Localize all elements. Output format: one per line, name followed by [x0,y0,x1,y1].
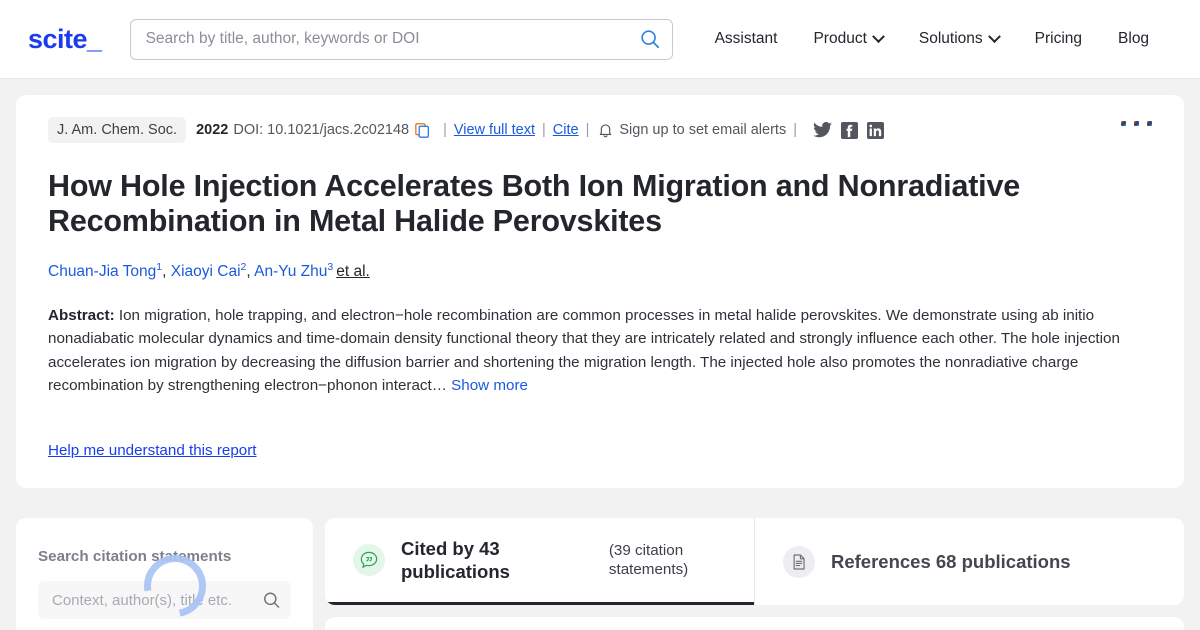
search-input[interactable] [130,19,673,60]
more-options-icon[interactable] [1115,115,1158,132]
help-understand-report-link[interactable]: Help me understand this report [48,442,257,459]
document-glyph [790,553,808,571]
nav-item-pricing[interactable]: Pricing [1017,30,1100,48]
tab-cited-by-label: Cited by 43 publications [401,537,559,584]
nav-label-solutions: Solutions [919,30,983,48]
paper-abstract: Abstract: Ion migration, hole trapping, … [48,304,1156,397]
linkedin-glyph [867,122,884,139]
nav-label-blog: Blog [1118,30,1149,48]
view-full-text-link[interactable]: View full text [454,122,535,138]
paper-card: J. Am. Chem. Soc. 2022 DOI: 10.1021/jacs… [16,95,1184,488]
main-nav: Assistant Product Solutions Pricing Blog [697,30,1168,48]
social-share-group [813,122,884,139]
kebab-dot [1121,121,1126,126]
chevron-down-icon [988,30,1001,43]
bell-icon[interactable] [598,122,613,138]
search-icon [262,591,281,610]
nav-item-assistant[interactable]: Assistant [697,30,796,48]
document-icon [783,546,815,578]
nav-label-assistant: Assistant [715,30,778,48]
search-button[interactable] [637,26,663,52]
et-al-link[interactable]: et al. [336,263,370,280]
author-affiliation-marker: 3 [327,261,333,273]
email-alerts-link[interactable]: Sign up to set email alerts [619,122,786,138]
nav-item-blog[interactable]: Blog [1100,30,1167,48]
author-name[interactable]: Chuan-Jia Tong [48,263,156,280]
twitter-icon[interactable] [813,122,832,138]
page-body: J. Am. Chem. Soc. 2022 DOI: 10.1021/jacs… [0,79,1200,504]
site-header: scite_ Assistant Product Solutions Prici… [0,0,1200,79]
citation-results-panel [325,617,1184,630]
journal-badge[interactable]: J. Am. Chem. Soc. [48,117,186,143]
kebab-dot [1134,121,1139,126]
tab-cited-by-sublabel: (39 citation statements) [609,541,726,580]
copy-doi-button[interactable] [415,123,430,138]
tab-cited-by[interactable]: Cited by 43 publications (39 citation st… [325,518,754,605]
author-name[interactable]: Xiaoyi Cai [171,263,241,280]
facebook-icon[interactable] [841,122,858,139]
kebab-dot [1147,121,1152,126]
bell-glyph [598,122,613,138]
twitter-glyph [813,122,832,138]
copy-icon [415,123,430,138]
meta-separator: | [793,122,797,138]
nav-label-pricing: Pricing [1035,30,1082,48]
cite-link[interactable]: Cite [553,122,579,138]
abstract-label: Abstract: [48,307,115,324]
facebook-glyph [841,122,858,139]
doi-text: DOI: 10.1021/jacs.2c02148 [233,122,409,138]
nav-item-product[interactable]: Product [795,30,900,48]
quote-bubble-glyph [359,550,379,570]
nav-label-product: Product [813,30,866,48]
abstract-text: Ion migration, hole trapping, and electr… [48,307,1120,394]
search-icon [639,28,661,50]
author-name[interactable]: An-Yu Zhu [254,263,327,280]
global-search [130,19,673,60]
search-button[interactable] [262,591,281,610]
meta-separator: | [586,122,590,138]
citation-tabs: Cited by 43 publications (39 citation st… [325,518,1184,605]
scite-logo[interactable]: scite_ [28,24,102,55]
publication-year: 2022 [196,122,228,138]
tab-references[interactable]: References 68 publications [754,518,1184,605]
chevron-down-icon [872,30,885,43]
citation-search-sidebar: Search citation statements [16,518,313,630]
meta-separator: | [542,122,546,138]
meta-separator: | [443,122,447,138]
quote-bubble-icon [353,544,385,576]
paper-title: How Hole Injection Accelerates Both Ion … [48,169,1048,240]
linkedin-icon[interactable] [867,122,884,139]
author-comma: , [246,263,254,280]
author-list: Chuan-Jia Tong1, Xiaoyi Cai2, An-Yu Zhu3… [48,261,1156,282]
nav-item-solutions[interactable]: Solutions [901,30,1017,48]
show-more-link[interactable]: Show more [451,377,528,394]
bottom-section: Search citation statements Cit [0,518,1200,630]
author-comma: , [162,263,171,280]
paper-meta-row: J. Am. Chem. Soc. 2022 DOI: 10.1021/jacs… [48,117,1156,143]
tabs-column: Cited by 43 publications (39 citation st… [325,518,1184,630]
tab-references-label: References 68 publications [831,550,1071,574]
